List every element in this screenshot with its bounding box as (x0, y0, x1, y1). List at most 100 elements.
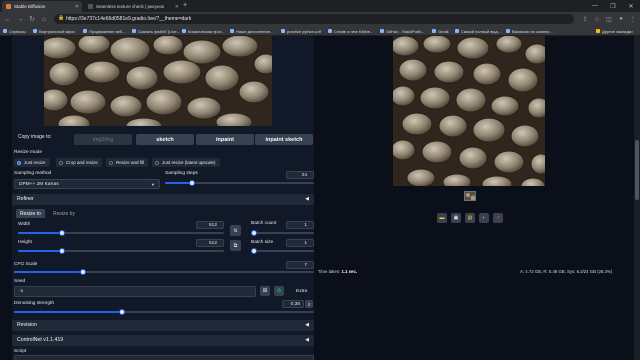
close-icon[interactable]: ✕ (75, 4, 79, 10)
bookmark-icon (132, 29, 136, 33)
bookmark-item[interactable]: Скачать файлЕ (Live... (132, 27, 180, 35)
width-slider[interactable] (18, 230, 224, 236)
sampling-steps-slider[interactable] (165, 180, 314, 186)
revision-section[interactable]: Revision ◀ (12, 320, 314, 331)
denoising-strength-label: Denoising strength (14, 301, 54, 306)
collapse-arrow-icon: ◀ (305, 337, 309, 343)
radio-dot-icon (155, 160, 159, 165)
refiner-section[interactable]: Refiner ◀ (12, 194, 314, 205)
extra-checkbox-label[interactable]: Extra (296, 289, 307, 294)
send-to-img2img-button[interactable]: ◐ (479, 213, 489, 223)
bookmark-item[interactable]: Create a new Kibble... (328, 27, 373, 35)
radio-crop-and-resize[interactable]: Crop and resize (56, 158, 102, 167)
slider-handle[interactable] (251, 248, 257, 254)
save-button[interactable]: ▣ (451, 213, 461, 223)
bookmark-item[interactable]: Виртуальный офис (33, 27, 75, 35)
sketch-button[interactable]: sketch (136, 134, 194, 145)
sampling-method-label: Sampling method (14, 171, 52, 176)
tab-stable-diffusion[interactable]: Stable Diffusion ✕ (2, 1, 82, 12)
bookmark-item[interactable]: Наше дополнение... (230, 27, 273, 35)
dice-icon: ⚄ (262, 288, 268, 294)
bookmark-item[interactable]: Космическая прог... (182, 27, 224, 35)
bookmark-label: Продвижение веб... (89, 28, 126, 34)
scrollbar-thumb[interactable] (635, 140, 639, 200)
bookmark-item[interactable]: practice python.pdf (281, 27, 321, 35)
radio-label: Crop and resize (66, 160, 98, 165)
bookmark-label: Create a new Kibble... (334, 28, 374, 34)
new-tab-button[interactable]: + (183, 2, 187, 9)
slider-handle[interactable] (119, 309, 125, 315)
page-scrollbar[interactable] (634, 36, 640, 360)
slider-handle[interactable] (59, 248, 66, 254)
batch-size-slider[interactable] (251, 248, 314, 254)
inpaint-sketch-button[interactable]: inpaint sketch (255, 134, 313, 145)
cfg-scale-input[interactable]: 7 (286, 261, 314, 269)
share-icon[interactable]: ⇪ (580, 14, 590, 24)
radio-just-resize[interactable]: Just resize (14, 158, 50, 167)
controlnet-section[interactable]: ControlNet v1.1.419 ◀ (12, 335, 314, 346)
time-taken: Time taken: 1.1 sec. (318, 269, 357, 274)
minimize-button[interactable]: — (586, 0, 604, 12)
radio-latent-upscale[interactable]: Just resize (latent upscale) (152, 158, 220, 167)
batch-size-input[interactable]: 1 (286, 239, 314, 247)
height-slider[interactable] (18, 248, 224, 254)
swap-dimensions-button[interactable]: ⇅ (230, 225, 241, 236)
reuse-seed-button[interactable]: ♻ (274, 286, 284, 296)
random-seed-button[interactable]: ⚄ (260, 286, 270, 296)
sampling-steps-input[interactable]: 24 (286, 171, 314, 179)
stepper-icon[interactable]: ⇕ (305, 300, 313, 308)
bookmark-icon (328, 29, 332, 33)
denoising-strength-slider[interactable] (14, 309, 314, 315)
bookmark-item[interactable]: Вакансии по компер... (506, 27, 553, 35)
denoising-strength-input[interactable]: 0,35 (282, 300, 304, 308)
extensions-icon[interactable]: ◫ (604, 14, 614, 24)
send-to-extras-button[interactable]: ➚ (493, 213, 503, 223)
bookmark-item[interactable]: GitHub - StackPubli... (380, 27, 424, 35)
img2img-button[interactable]: img2img (74, 134, 132, 145)
reload-icon[interactable]: ↻ (27, 14, 37, 24)
width-input[interactable]: 512 (196, 221, 224, 229)
open-folder-button[interactable]: ▬ (437, 213, 447, 223)
batch-count-input[interactable]: 1 (286, 221, 314, 229)
script-select[interactable] (14, 355, 314, 360)
slider-handle[interactable] (188, 180, 195, 186)
seed-input[interactable]: -1 (14, 286, 256, 297)
bookmark-item[interactable]: Сервисы (3, 27, 26, 35)
output-image[interactable] (393, 36, 545, 186)
sampling-method-select[interactable]: DPM++ 2M Karras ▼ (14, 179, 160, 189)
slider-handle[interactable] (251, 230, 257, 236)
bookmark-item[interactable]: Продвижение веб... (83, 27, 126, 35)
star-icon[interactable]: ☆ (592, 14, 602, 24)
radio-dot-icon (17, 160, 21, 165)
bookmark-label: practice python.pdf (287, 28, 321, 34)
bookmark-icon (230, 29, 234, 33)
other-bookmarks[interactable]: Другие закладки (596, 27, 633, 35)
url-bar[interactable]: 🔒 https://3e737c14e66d0581e9.gradio.live… (54, 14, 574, 24)
forward-arrow-icon[interactable]: → (15, 14, 25, 24)
radio-resize-and-fill[interactable]: Resize and fill (106, 158, 149, 167)
batch-count-slider[interactable] (251, 230, 314, 236)
slider-handle[interactable] (59, 230, 66, 236)
home-icon[interactable]: ⌂ (39, 14, 49, 24)
close-icon[interactable]: ✕ (175, 4, 179, 10)
back-arrow-icon[interactable]: ← (3, 14, 13, 24)
menu-icon[interactable]: ⋮ (628, 14, 638, 24)
bookmark-icon (83, 29, 87, 33)
close-window-button[interactable]: ✕ (622, 0, 640, 12)
maximize-button[interactable]: ❐ (604, 0, 622, 12)
tab-seamless-texture[interactable]: Seamless texture check | рисунок ✕ (84, 1, 182, 12)
tab-resize-by[interactable]: Resize by (49, 209, 79, 218)
profile-icon[interactable]: ● (616, 14, 626, 24)
height-input[interactable]: 512 (196, 239, 224, 247)
inpaint-button[interactable]: inpaint (196, 134, 254, 145)
tab-resize-to[interactable]: Resize to (16, 209, 45, 218)
zip-button[interactable]: ▤ (465, 213, 475, 223)
output-thumbnail[interactable] (464, 191, 476, 201)
bookmark-item[interactable]: Самый полный выд... (455, 27, 501, 35)
slider-handle[interactable] (80, 269, 86, 275)
tab-favicon (88, 4, 93, 9)
bookmark-item[interactable]: Gmail (432, 27, 448, 35)
aspect-ratio-button[interactable]: ⧉ (230, 240, 241, 251)
input-image[interactable] (44, 36, 272, 126)
cfg-scale-slider[interactable] (14, 269, 314, 275)
